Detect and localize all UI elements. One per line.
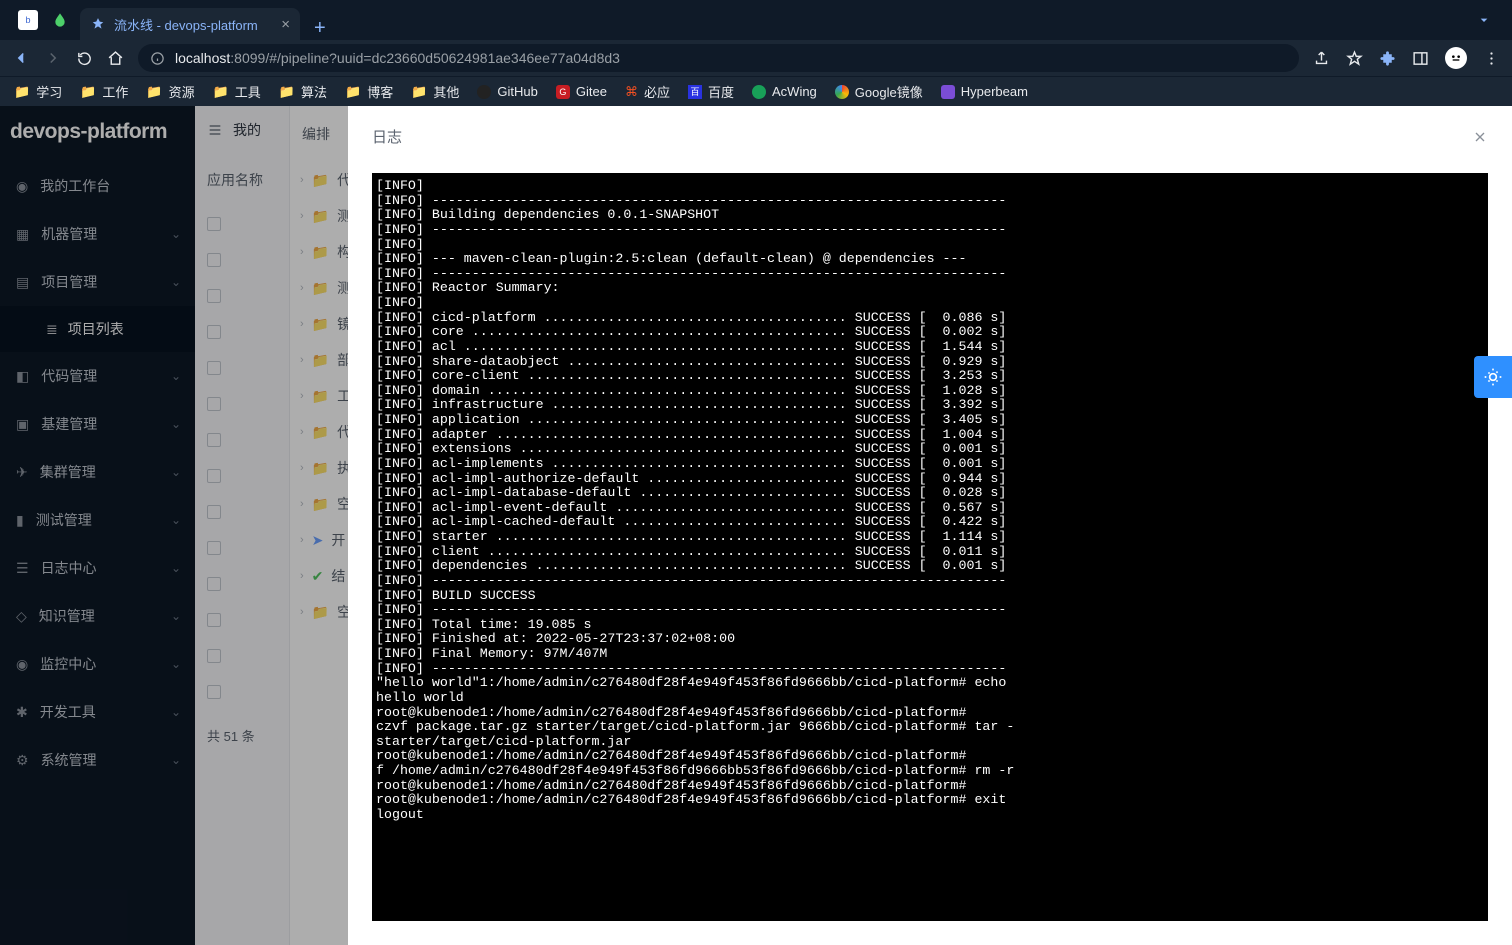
home-button[interactable] — [107, 50, 124, 67]
browser-titlebar: b 流水线 - devops-platform × + — [0, 0, 1512, 40]
bookmark-link[interactable]: Google镜像 — [835, 82, 923, 101]
close-icon[interactable]: × — [281, 16, 290, 33]
settings-float-button[interactable] — [1474, 356, 1512, 398]
bookmarks-bar: 📁学习 📁工作 📁资源 📁工具 📁算法 📁博客 📁其他 GitHub GGite… — [0, 76, 1512, 106]
bookmark-link[interactable]: GitHub — [477, 84, 537, 99]
site-info-icon[interactable] — [150, 51, 165, 66]
tabs-overflow-icon[interactable] — [1476, 12, 1492, 28]
address-bar[interactable]: localhost:8099/#/pipeline?uuid=dc23660d5… — [138, 44, 1299, 72]
bookmark-folder[interactable]: 📁工具 — [213, 82, 261, 101]
bookmark-link[interactable]: 百百度 — [688, 82, 734, 101]
share-icon[interactable] — [1313, 50, 1330, 67]
back-button[interactable] — [12, 49, 30, 67]
profile-avatar[interactable] — [1445, 47, 1467, 69]
close-button[interactable] — [1472, 129, 1488, 145]
extensions-icon[interactable] — [1379, 50, 1396, 67]
bookmark-icon[interactable] — [1346, 50, 1363, 67]
bookmark-folder[interactable]: 📁资源 — [146, 82, 194, 101]
bookmark-link[interactable]: ⌘必应 — [625, 82, 670, 101]
new-tab-button[interactable]: + — [300, 17, 340, 40]
browser-toolbar: localhost:8099/#/pipeline?uuid=dc23660d5… — [0, 40, 1512, 76]
modal-title: 日志 — [372, 126, 402, 147]
url-port: :8099 — [230, 50, 265, 66]
log-modal: 日志 [INFO] [INFO] -----------------------… — [348, 106, 1512, 945]
log-terminal[interactable]: [INFO] [INFO] --------------------------… — [372, 173, 1488, 921]
url-host: localhost — [175, 50, 230, 66]
bookmark-folder[interactable]: 📁工作 — [80, 82, 128, 101]
bookmark-folder[interactable]: 📁其他 — [411, 82, 459, 101]
url-path: /#/pipeline?uuid=dc23660d50624981ae346ee… — [265, 50, 620, 66]
rocket-icon — [90, 16, 106, 32]
window-favicon — [52, 12, 68, 28]
menu-icon[interactable] — [1483, 50, 1500, 67]
app-favicon: b — [18, 10, 38, 30]
tab-title: 流水线 - devops-platform — [114, 15, 273, 34]
browser-tab[interactable]: 流水线 - devops-platform × — [80, 8, 300, 40]
reload-button[interactable] — [76, 50, 93, 67]
app-shell: devops-platform ◉ 我的工作台 ▦ 机器管理 ⌄▤ 项目管理 ⌄… — [0, 106, 1512, 945]
bookmark-folder[interactable]: 📁算法 — [279, 82, 327, 101]
bookmark-folder[interactable]: 📁博客 — [345, 82, 393, 101]
bookmark-link[interactable]: AcWing — [752, 84, 817, 99]
forward-button[interactable] — [44, 49, 62, 67]
bookmark-folder[interactable]: 📁学习 — [14, 82, 62, 101]
panel-icon[interactable] — [1412, 50, 1429, 67]
bookmark-link[interactable]: GGitee — [556, 84, 607, 99]
bookmark-link[interactable]: Hyperbeam — [941, 84, 1028, 99]
